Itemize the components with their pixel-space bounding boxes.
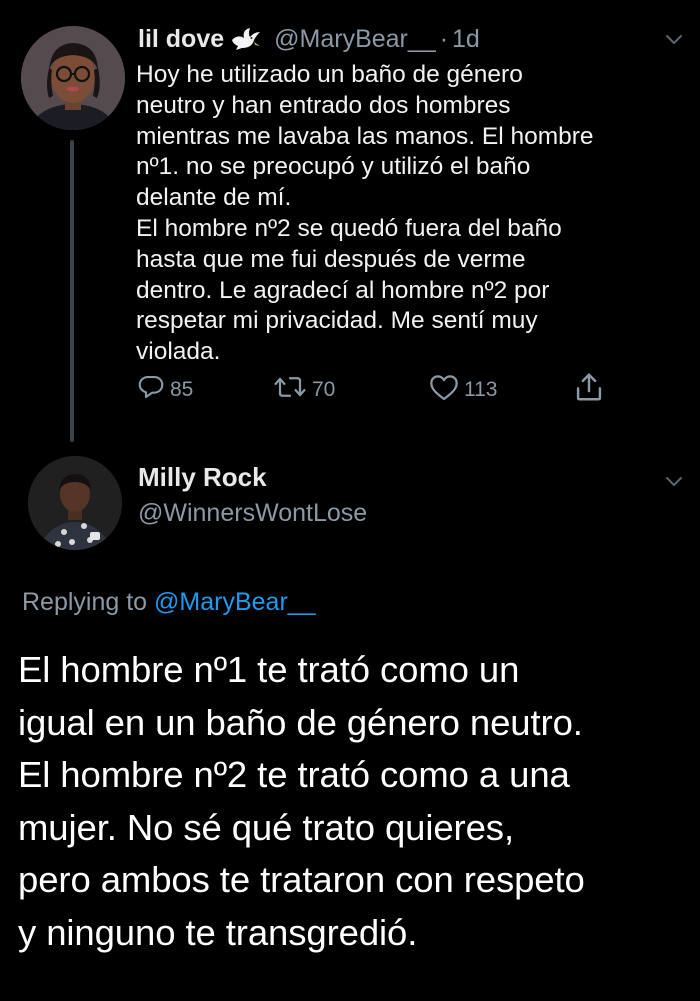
tweet-header: lil dove @MaryBear__ · 1d: [138, 21, 480, 57]
reply-button[interactable]: 85: [136, 370, 193, 410]
reply-icon: [136, 372, 170, 408]
avatar-milly-rock[interactable]: [28, 456, 122, 550]
reply-handle[interactable]: @WinnersWontLose: [138, 499, 367, 528]
reply-text-line: mujer. No sé qué trato quieres,: [18, 806, 514, 848]
separator-dot: ·: [439, 24, 449, 53]
tweet-text-line: El hombre nº2 se quedó fuera del baño: [136, 214, 562, 242]
replying-to-mention[interactable]: @MaryBear__: [154, 588, 316, 616]
dove-emoji-icon: [230, 26, 262, 52]
tweet-text-line: mientras me lavaba las manos. El hombre: [136, 122, 594, 150]
tweet-text-line: delante de mí.: [136, 184, 292, 212]
tweet-text-line: neutro y han entrado dos hombres: [136, 91, 511, 119]
reply-text-line: igual en un baño de género neutro.: [18, 701, 583, 743]
tweet-text-line: violada.: [136, 338, 221, 366]
timestamp[interactable]: 1d: [452, 25, 480, 54]
tweet-thread-screenshot: lil dove @MaryBear__ · 1d Hoy he utiliza…: [0, 0, 700, 1001]
replying-to-line: Replying to @MaryBear__: [22, 588, 316, 617]
reply-text-line: El hombre nº2 te trató como a una: [18, 754, 570, 796]
tweet-text: Hoy he utilizado un baño de género neutr…: [136, 60, 686, 368]
reply-text-line: y ninguno te transgredió.: [18, 911, 418, 953]
tweet-text-line: nº1. no se preocupó y utilizó el baño: [136, 153, 531, 181]
tweet-text-line: hasta que me fui después de verme: [136, 245, 526, 273]
like-button[interactable]: 113: [428, 370, 497, 410]
like-icon: [428, 372, 464, 408]
replying-to-label: Replying to: [22, 588, 148, 616]
tweet-text-line: dentro. Le agradecí al hombre nº2 por: [136, 276, 550, 304]
chevron-down-icon[interactable]: [662, 470, 686, 494]
chevron-down-icon[interactable]: [662, 28, 686, 52]
share-icon: [574, 370, 608, 410]
retweet-icon: [272, 372, 312, 408]
retweet-button[interactable]: 70: [272, 370, 335, 410]
reply-text-line: pero ambos te trataron con respeto: [18, 859, 585, 901]
handle[interactable]: @MaryBear__: [274, 25, 436, 54]
display-name[interactable]: lil dove: [138, 25, 224, 54]
reply-text-line: El hombre nº1 te trató como un: [18, 649, 520, 690]
like-count: 113: [464, 378, 498, 401]
thread-connector-line: [70, 140, 74, 442]
tweet-text-line: Hoy he utilizado un baño de género: [136, 61, 523, 88]
tweet-text-line: respetar mi privacidad. Me sentí muy: [136, 307, 538, 335]
reply-count: 85: [170, 378, 194, 401]
share-button[interactable]: [574, 370, 608, 410]
reply-display-name[interactable]: Milly Rock: [138, 462, 267, 493]
tweet-action-bar: 85 70 113: [136, 370, 616, 410]
retweet-count: 70: [312, 378, 336, 401]
avatar-lil-dove[interactable]: [21, 26, 125, 130]
reply-text: El hombre nº1 te trató como un igual en …: [18, 644, 700, 960]
